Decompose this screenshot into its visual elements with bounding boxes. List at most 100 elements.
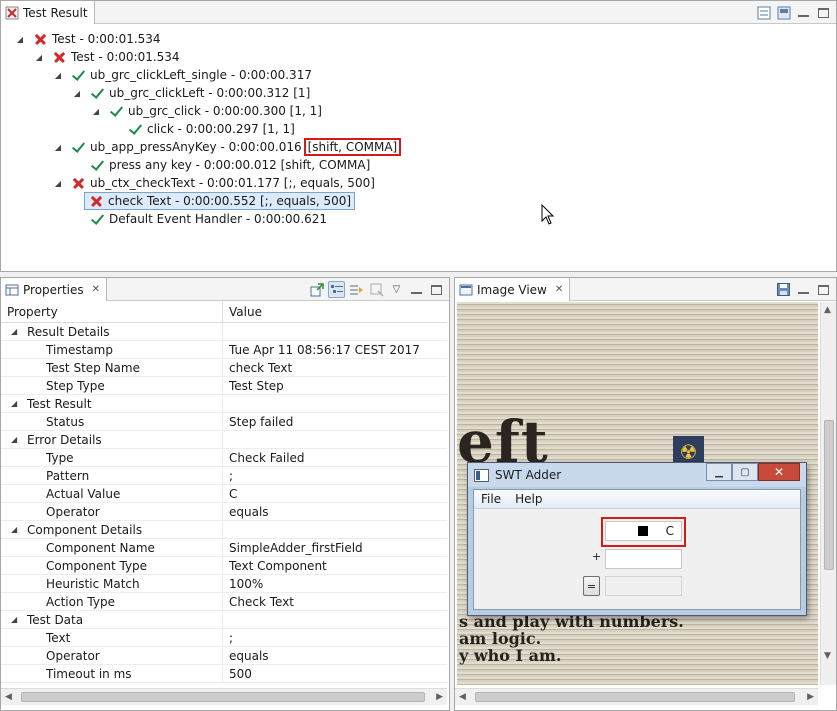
tree-item-label: press any key - 0:00:00.012 [shift, COMM… [109, 158, 371, 172]
minimize-icon[interactable] [795, 4, 812, 21]
equals-button[interactable]: = [583, 576, 600, 596]
expand-arrow-icon[interactable]: ◢ [11, 525, 25, 534]
table-row[interactable]: Heuristic Match 100% [1, 575, 447, 593]
maximize-icon[interactable] [815, 4, 832, 21]
show-categories-icon[interactable] [328, 281, 345, 298]
table-row[interactable]: Component Name SimpleAdder_firstField [1, 539, 447, 557]
tree-item[interactable]: Default Event Handler - 0:00:00.621 [90, 210, 327, 228]
horizontal-scrollbar[interactable]: ◀ ▶ [455, 688, 818, 705]
category-row[interactable]: ◢ Test Result [1, 395, 447, 413]
tree-item[interactable]: ◢ ub_grc_clickLeft - 0:00:00.312 [1] [72, 84, 310, 102]
expand-arrow-icon[interactable]: ◢ [15, 35, 25, 44]
close-tab-icon[interactable]: ✕ [92, 284, 100, 295]
scroll-thumb[interactable] [824, 420, 834, 570]
table-row[interactable]: Timeout in ms 500 [1, 665, 447, 683]
advanced-properties-icon[interactable] [348, 281, 365, 298]
tree-item[interactable]: ◢ ub_grc_click - 0:00:00.300 [1, 1] [91, 102, 322, 120]
column-header-property[interactable]: Property [1, 302, 223, 322]
category-row[interactable]: ◢ Test Data [1, 611, 447, 629]
swt-client-area: File Help C + = [473, 489, 801, 610]
scroll-thumb[interactable] [21, 692, 425, 702]
table-row[interactable]: Pattern; [1, 467, 447, 485]
tree-item[interactable]: ◢ Test - 0:00:01.534 [15, 30, 161, 48]
tree-item-selected[interactable]: check Text - 0:00:00.552 [;, equals, 500… [84, 192, 356, 210]
save-icon[interactable] [775, 281, 792, 298]
table-row[interactable]: Text; [1, 629, 447, 647]
expand-arrow-icon[interactable]: ◢ [53, 179, 63, 188]
expand-arrow-icon[interactable]: ◢ [11, 327, 25, 336]
background-text-line: y who I am. [459, 646, 562, 665]
image-view-toolbar [775, 281, 832, 298]
scroll-left-icon[interactable]: ◀ [459, 692, 466, 702]
scroll-down-icon[interactable]: ▼ [824, 651, 831, 661]
menu-file[interactable]: File [474, 492, 508, 506]
tree-item[interactable]: ◢ Test - 0:00:01.534 [34, 48, 180, 66]
expand-arrow-icon[interactable]: ◢ [72, 89, 82, 98]
category-row[interactable]: ◢ Result Details [1, 323, 447, 341]
tree-item-label: ub_app_pressAnyKey - 0:00:00.016 [90, 140, 302, 154]
menu-help[interactable]: Help [508, 492, 549, 506]
tree-item[interactable]: ◢ ub_app_pressAnyKey - 0:00:00.016 [shif… [53, 138, 402, 156]
table-row[interactable]: Step Type Test Step [1, 377, 447, 395]
scroll-right-icon[interactable]: ▶ [436, 692, 443, 702]
first-field[interactable]: C [605, 521, 682, 541]
expand-arrow-icon[interactable]: ◢ [11, 435, 25, 444]
category-row[interactable]: ◢ Error Details [1, 431, 447, 449]
window-maximize-icon[interactable]: ▢ [732, 463, 758, 481]
tab-properties[interactable]: Properties ✕ [1, 278, 108, 301]
scroll-left-icon[interactable]: ◀ [5, 692, 12, 702]
maximize-icon[interactable] [815, 281, 832, 298]
result-field [605, 576, 682, 596]
expand-arrow-icon[interactable]: ◢ [11, 399, 25, 408]
expand-arrow-icon[interactable]: ◢ [34, 53, 44, 62]
maximize-icon[interactable] [428, 281, 445, 298]
vertical-scrollbar[interactable]: ▲ ▼ [820, 302, 836, 685]
restore-defaults-icon[interactable] [368, 281, 385, 298]
passed-icon [128, 122, 142, 136]
collapse-all-icon[interactable] [755, 4, 772, 21]
table-row[interactable]: Component Type Text Component [1, 557, 447, 575]
table-row[interactable]: Operator equals [1, 503, 447, 521]
expand-arrow-icon[interactable]: ◢ [11, 615, 25, 624]
pin-icon[interactable] [308, 281, 325, 298]
table-row[interactable]: Type Check Failed [1, 449, 447, 467]
image-view-toggle-icon[interactable] [775, 4, 792, 21]
window-minimize-icon[interactable]: ▁ [706, 463, 732, 481]
window-close-icon[interactable]: ✕ [758, 463, 800, 481]
tree-item[interactable]: ◢ ub_ctx_checkText - 0:00:01.177 [;, equ… [53, 174, 375, 192]
view-menu-icon[interactable]: ▽ [388, 281, 405, 298]
horizontal-scrollbar[interactable]: ◀ ▶ [1, 688, 447, 705]
table-row[interactable]: Actual Value C [1, 485, 447, 503]
second-field[interactable] [605, 549, 682, 569]
tree-item-label: Default Event Handler - 0:00:00.621 [109, 212, 328, 226]
expand-arrow-icon[interactable]: ◢ [53, 71, 63, 80]
table-row[interactable]: Test Step Name check Text [1, 359, 447, 377]
table-row[interactable]: Operator equals [1, 647, 447, 665]
tree-item[interactable]: click - 0:00:00.297 [1, 1] [110, 120, 295, 138]
minimize-icon[interactable] [408, 281, 425, 298]
table-row[interactable]: Status Step failed [1, 413, 447, 431]
expand-arrow-icon[interactable]: ◢ [91, 107, 101, 116]
scroll-thumb[interactable] [475, 692, 795, 702]
passed-icon [90, 158, 104, 172]
passed-icon [90, 86, 104, 100]
properties-view: Properties ✕ ▽ Property Value ◢ Result De… [0, 277, 450, 711]
mouse-cursor-icon [541, 204, 555, 225]
table-row[interactable]: Action Type Check Text [1, 593, 447, 611]
close-tab-icon[interactable]: ✕ [555, 284, 563, 295]
scroll-right-icon[interactable]: ▶ [807, 692, 814, 702]
column-header-value[interactable]: Value [223, 302, 262, 322]
failed-icon [52, 50, 66, 64]
category-row[interactable]: ◢ Component Details [1, 521, 447, 539]
minimize-icon[interactable] [795, 281, 812, 298]
tree-item[interactable]: press any key - 0:00:00.012 [shift, COMM… [72, 156, 370, 174]
tab-image-view[interactable]: Image View ✕ [455, 278, 571, 301]
scroll-up-icon[interactable]: ▲ [824, 305, 831, 315]
test-result-icon [5, 6, 19, 20]
tree-item[interactable]: ◢ ub_grc_clickLeft_single - 0:00:00.317 [53, 66, 312, 84]
table-row[interactable]: Timestamp Tue Apr 11 08:56:17 CEST 2017 [1, 341, 447, 359]
passed-icon [71, 140, 85, 154]
tree-item-label: ub_grc_click - 0:00:00.300 [1, 1] [128, 104, 322, 118]
expand-arrow-icon[interactable]: ◢ [53, 143, 63, 152]
tab-test-result[interactable]: Test Result [1, 1, 95, 24]
